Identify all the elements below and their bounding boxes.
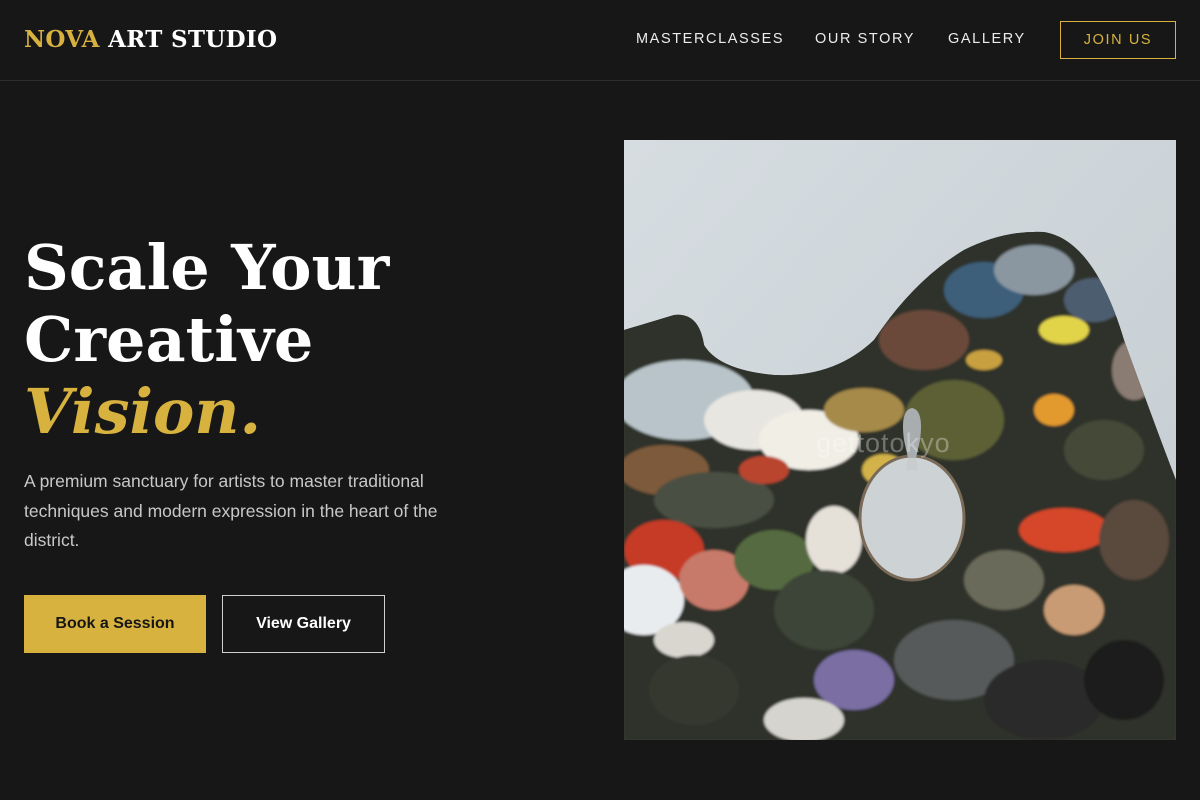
- hero-title-line-1: Scale Your: [24, 231, 390, 304]
- nav-masterclasses[interactable]: MASTERCLASSES: [636, 31, 784, 49]
- nav-gallery[interactable]: GALLERY: [948, 31, 1026, 49]
- site-header: NOVA ART STUDIO MASTERCLASSES OUR STORY …: [0, 0, 1200, 81]
- hero-image: gettotokyo: [624, 140, 1176, 740]
- logo[interactable]: NOVA ART STUDIO: [24, 26, 277, 53]
- hero-title-line-3: Vision.: [24, 375, 262, 448]
- hero-title-line-2: Creative: [24, 303, 314, 376]
- join-us-button[interactable]: JOIN US: [1060, 21, 1176, 59]
- logo-accent: NOVA: [24, 26, 100, 53]
- book-session-button[interactable]: Book a Session: [24, 595, 206, 653]
- hero-description: A premium sanctuary for artists to maste…: [24, 471, 438, 550]
- logo-text: ART STUDIO: [108, 26, 278, 53]
- nav-our-story[interactable]: OUR STORY: [815, 31, 915, 49]
- view-gallery-button[interactable]: View Gallery: [222, 595, 385, 653]
- hero-title: Scale Your Creative Vision.: [24, 232, 584, 448]
- image-watermark: gettotokyo: [816, 428, 951, 458]
